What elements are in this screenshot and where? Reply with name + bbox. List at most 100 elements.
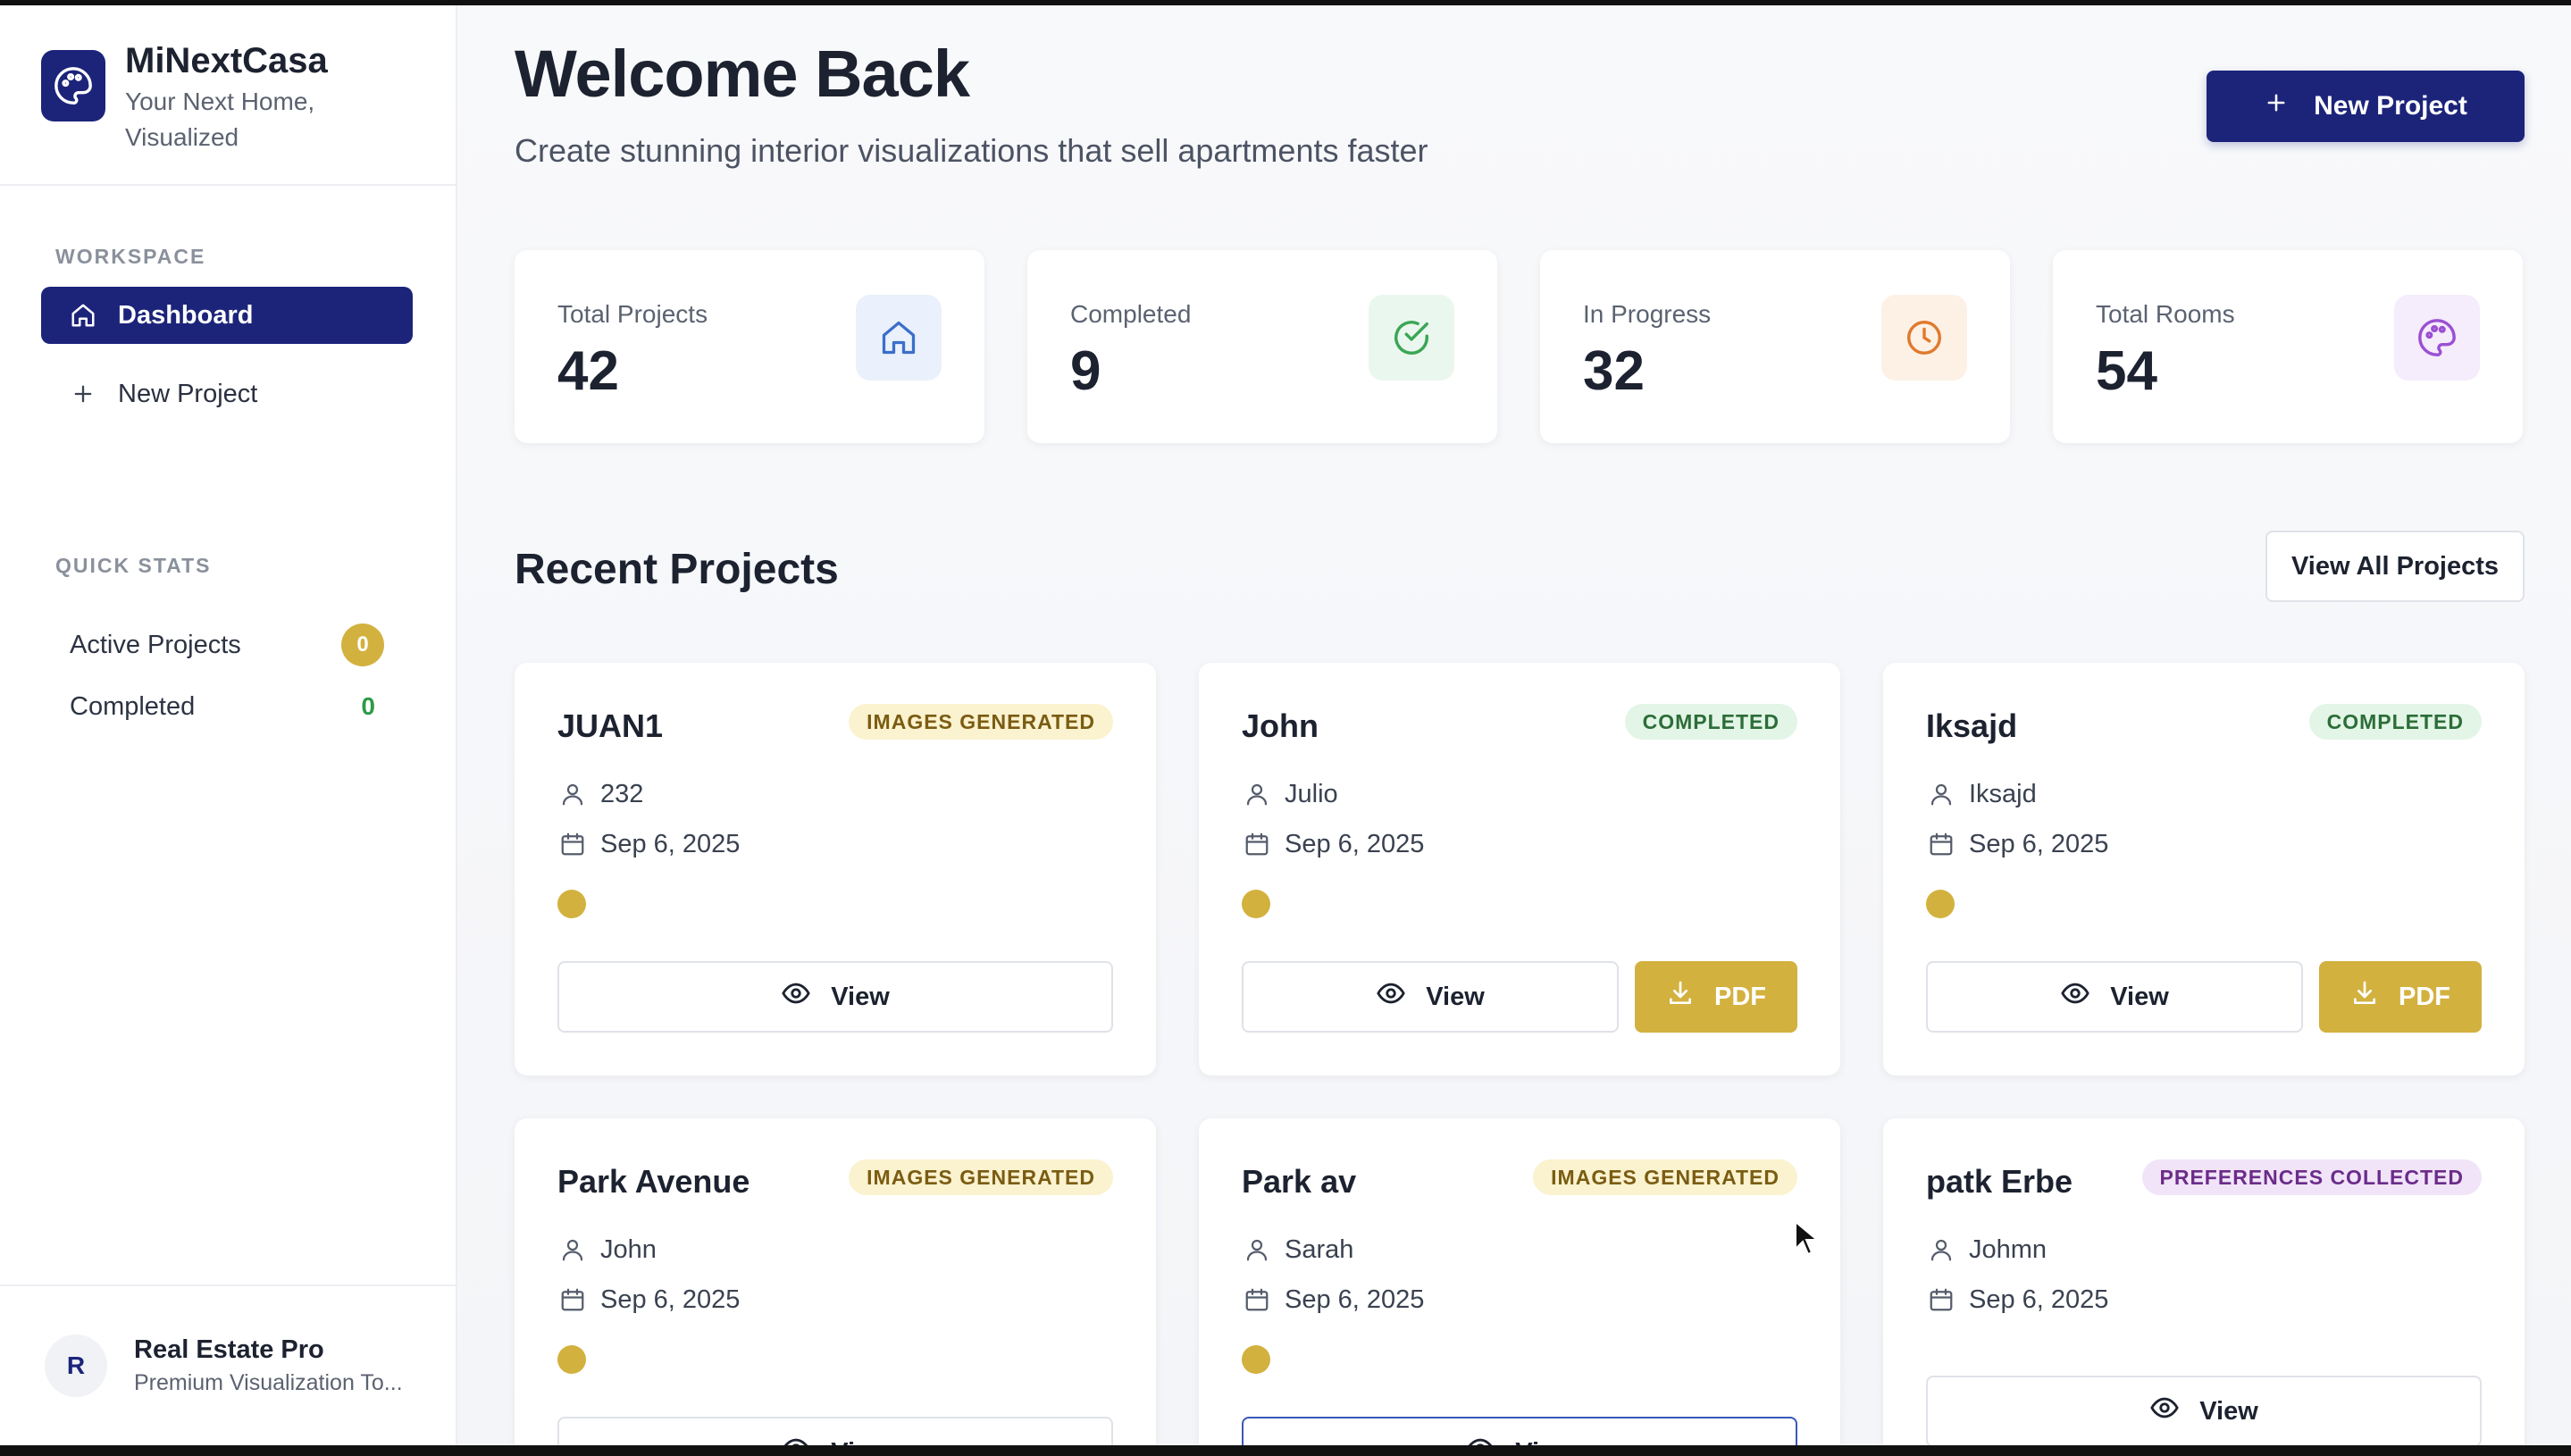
view-label: View	[1515, 1438, 1574, 1446]
project-date: Sep 6, 2025	[1242, 1284, 1424, 1315]
quick-stat-completed: Completed 0	[70, 684, 384, 729]
project-name: Park av	[1242, 1163, 1357, 1200]
client-name: 232	[600, 779, 644, 808]
sidebar: MiNextCasa Your Next Home, Visualized WO…	[0, 5, 457, 1445]
color-dot	[557, 890, 586, 918]
quick-stat-label: Completed	[70, 691, 196, 721]
calendar-icon	[1242, 829, 1272, 859]
quick-stat-label: Active Projects	[70, 630, 241, 659]
view-button[interactable]: View	[1242, 1417, 1797, 1445]
pdf-label: PDF	[1714, 982, 1766, 1011]
check-circle-icon	[1369, 295, 1454, 381]
calendar-icon	[1926, 1284, 1956, 1315]
project-card: Iksajd COMPLETED Iksajd Sep 6, 2025 View…	[1883, 663, 2525, 1075]
user-icon	[1926, 1234, 1956, 1265]
project-name: Iksajd	[1926, 707, 2018, 744]
clock-icon	[1881, 295, 1967, 381]
date-text: Sep 6, 2025	[1285, 1284, 1425, 1314]
client-name: John	[600, 1234, 657, 1264]
mouse-cursor-icon	[1795, 1220, 1819, 1256]
user-icon	[1926, 779, 1956, 809]
project-client: 232	[557, 779, 643, 809]
main-content: Welcome Back Create stunning interior vi…	[457, 5, 2571, 1445]
stat-value: 9	[1070, 340, 1101, 402]
project-card: John COMPLETED Julio Sep 6, 2025 View PD…	[1199, 663, 1840, 1075]
project-card: JUAN1 IMAGES GENERATED 232 Sep 6, 2025 V…	[515, 663, 1156, 1075]
project-name: John	[1242, 707, 1319, 744]
stat-label: Total Rooms	[2096, 300, 2235, 328]
calendar-icon	[1242, 1284, 1272, 1315]
stat-value: 32	[1583, 340, 1645, 402]
brand-header[interactable]: MiNextCasa Your Next Home, Visualized	[0, 5, 456, 186]
project-date: Sep 6, 2025	[557, 829, 740, 859]
project-date: Sep 6, 2025	[1926, 1284, 2108, 1315]
pdf-label: PDF	[2399, 982, 2450, 1011]
user-icon	[1242, 1234, 1272, 1265]
view-button[interactable]: View	[1242, 961, 1619, 1033]
color-dot	[1242, 1345, 1270, 1374]
download-icon	[1666, 979, 1695, 1015]
view-label: View	[2110, 982, 2169, 1011]
sidebar-item-new-project[interactable]: New Project	[41, 365, 413, 423]
project-client: John	[557, 1234, 657, 1265]
color-dot	[1242, 890, 1270, 918]
project-name: patk Erbe	[1926, 1163, 2073, 1200]
palette-icon	[2394, 295, 2480, 381]
view-label: View	[831, 982, 890, 1011]
date-text: Sep 6, 2025	[600, 1284, 741, 1314]
active-projects-count-badge: 0	[341, 623, 384, 666]
project-date: Sep 6, 2025	[1242, 829, 1424, 859]
view-button[interactable]: View	[557, 1417, 1113, 1445]
user-icon	[557, 1234, 588, 1265]
eye-icon	[2149, 1393, 2180, 1430]
stat-label: Completed	[1070, 300, 1192, 328]
user-icon	[557, 779, 588, 809]
client-name: Julio	[1285, 779, 1338, 808]
view-all-projects-button[interactable]: View All Projects	[2265, 531, 2525, 602]
project-card: Park Avenue IMAGES GENERATED John Sep 6,…	[515, 1118, 1156, 1445]
stat-label: In Progress	[1583, 300, 1712, 328]
stat-label: Total Projects	[557, 300, 708, 328]
workspace-section-label: WORKSPACE	[55, 245, 206, 268]
eye-icon	[781, 1434, 811, 1445]
stat-card-completed: Completed 9	[1027, 250, 1497, 443]
app-window: MiNextCasa Your Next Home, Visualized WO…	[0, 5, 2571, 1445]
pdf-download-button[interactable]: PDF	[2319, 961, 2482, 1033]
completed-count: 0	[361, 692, 375, 720]
date-text: Sep 6, 2025	[1285, 829, 1425, 858]
date-text: Sep 6, 2025	[600, 829, 741, 858]
project-date: Sep 6, 2025	[1926, 829, 2108, 859]
project-client: Iksajd	[1926, 779, 2037, 809]
new-project-label: New Project	[2314, 91, 2467, 121]
plus-icon	[68, 379, 98, 409]
date-text: Sep 6, 2025	[1969, 829, 2109, 858]
view-button[interactable]: View	[1926, 1376, 2482, 1445]
status-badge: COMPLETED	[1624, 704, 1797, 740]
recent-projects-title: Recent Projects	[515, 546, 839, 593]
user-profile[interactable]: R Real Estate Pro Premium Visualization …	[0, 1284, 456, 1445]
brand-name: MiNextCasa	[125, 41, 328, 80]
calendar-icon	[557, 829, 588, 859]
page-subtitle: Create stunning interior visualizations …	[515, 132, 1428, 169]
eye-icon	[1465, 1434, 1495, 1445]
status-badge: IMAGES GENERATED	[849, 704, 1113, 740]
view-button[interactable]: View	[1926, 961, 2303, 1033]
project-name: JUAN1	[557, 707, 664, 744]
sidebar-item-dashboard[interactable]: Dashboard	[41, 287, 413, 344]
stat-card-in-progress: In Progress 32	[1540, 250, 2010, 443]
view-button[interactable]: View	[557, 961, 1113, 1033]
eye-icon	[2060, 978, 2090, 1016]
home-icon	[856, 295, 942, 381]
status-badge: IMAGES GENERATED	[849, 1159, 1113, 1195]
new-project-button[interactable]: New Project	[2207, 71, 2525, 142]
pdf-download-button[interactable]: PDF	[1635, 961, 1797, 1033]
status-badge: COMPLETED	[2308, 704, 2482, 740]
user-icon	[1242, 779, 1272, 809]
status-badge: IMAGES GENERATED	[1533, 1159, 1797, 1195]
color-dot	[1926, 890, 1955, 918]
stat-card-total-projects: Total Projects 42	[515, 250, 984, 443]
view-label: View	[2199, 1396, 2258, 1426]
project-client: Johmn	[1926, 1234, 2047, 1265]
view-label: View	[1426, 982, 1485, 1011]
stat-card-total-rooms: Total Rooms 54	[2053, 250, 2523, 443]
